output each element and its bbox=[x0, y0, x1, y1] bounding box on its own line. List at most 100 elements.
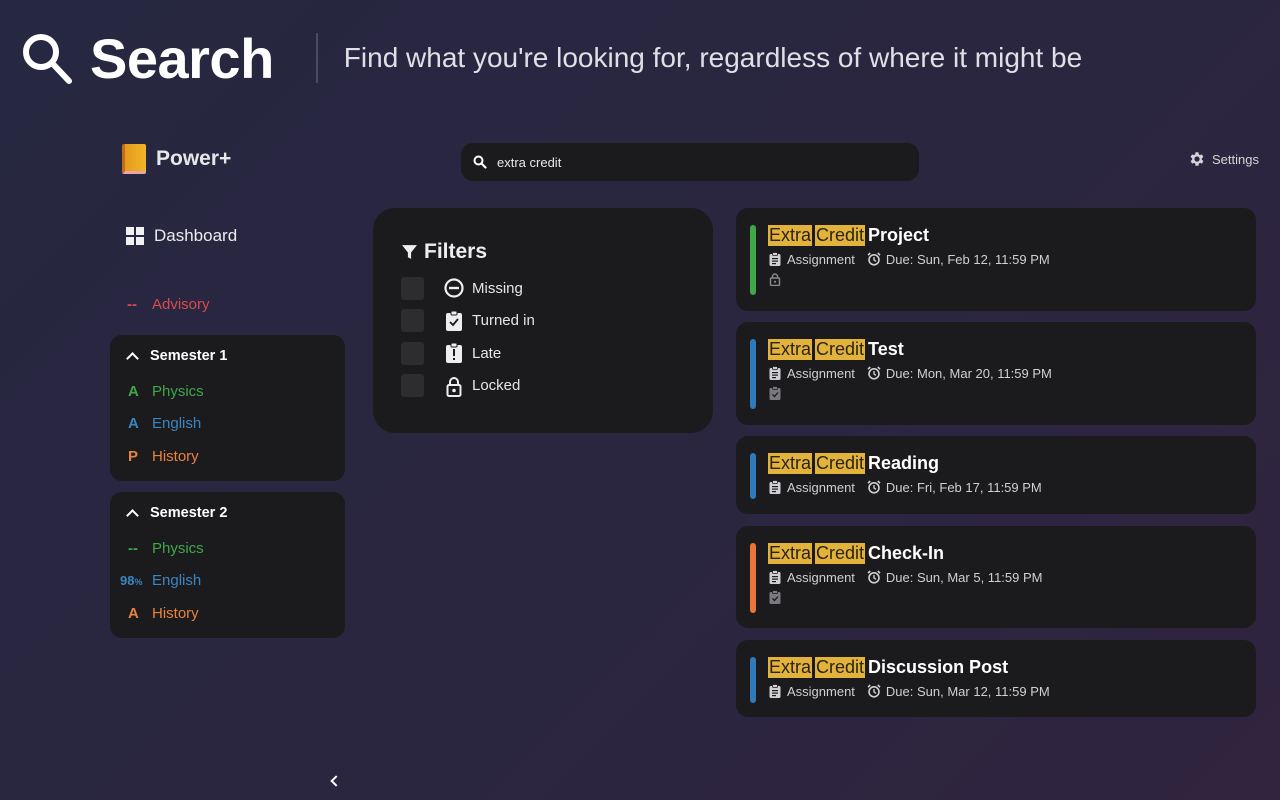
filter-label: Late bbox=[472, 344, 502, 362]
clipboard-icon bbox=[769, 252, 781, 266]
search-highlight: Extra bbox=[768, 224, 813, 246]
sidebar-item-history[interactable]: P History bbox=[110, 440, 345, 473]
search-bar[interactable] bbox=[461, 143, 919, 181]
semester-title: Semester 1 bbox=[150, 348, 228, 364]
minus-circle-icon bbox=[444, 278, 464, 298]
filter-missing-checkbox[interactable] bbox=[401, 276, 424, 300]
result-title: Extra Credit Test bbox=[768, 336, 1052, 362]
result-card[interactable]: Extra Credit Check-In Assignment Due: Sun, M… bbox=[736, 526, 1256, 628]
clipboard-icon bbox=[769, 366, 781, 380]
alarm-clock-icon bbox=[867, 570, 881, 584]
result-type: Assignment bbox=[787, 569, 855, 585]
search-highlight: Extra bbox=[768, 452, 813, 474]
sidebar-item-english[interactable]: A English bbox=[110, 408, 345, 441]
course-name: History bbox=[152, 447, 199, 465]
result-meta: Assignment Due: Mon, Mar 20, 11:59 PM bbox=[768, 364, 1052, 382]
brand-logo[interactable]: Power+ bbox=[122, 144, 231, 174]
dashboard-icon bbox=[126, 227, 144, 245]
lock-icon bbox=[769, 273, 781, 287]
chevron-up-icon bbox=[126, 352, 139, 365]
result-card[interactable]: Extra Credit Reading Assignment Due: Fri, Fe… bbox=[736, 436, 1256, 514]
search-icon bbox=[23, 34, 72, 84]
result-due-date: Due: Fri, Feb 17, 11:59 PM bbox=[885, 479, 1042, 495]
alarm-clock-icon bbox=[867, 252, 881, 266]
result-due-date: Due: Sun, Mar 12, 11:59 PM bbox=[885, 683, 1050, 699]
course-grade: -- bbox=[128, 539, 138, 557]
result-type: Assignment bbox=[787, 365, 855, 381]
semester-title: Semester 2 bbox=[150, 505, 228, 521]
course-grade: A bbox=[128, 415, 139, 433]
course-grade: -- bbox=[127, 296, 137, 313]
settings-label: Settings bbox=[1212, 151, 1259, 167]
sidebar-item-history[interactable]: A History bbox=[110, 597, 345, 630]
result-title: Extra Credit Reading bbox=[768, 450, 1042, 476]
semester-1-toggle[interactable]: Semester 1 bbox=[110, 347, 345, 365]
clipboard-check-icon bbox=[769, 590, 781, 604]
page-banner: Search Find what you're looking for, reg… bbox=[20, 26, 1082, 90]
result-meta: Assignment Due: Sun, Feb 12, 11:59 PM bbox=[768, 250, 1050, 268]
filter-turned-in[interactable]: Turned in bbox=[401, 305, 713, 338]
course-name: English bbox=[152, 415, 202, 433]
filter-label: Locked bbox=[472, 377, 521, 395]
result-card[interactable]: Extra Credit Discussion Post Assignment Due:… bbox=[736, 640, 1256, 717]
banner-subtitle: Find what you're looking for, regardless… bbox=[343, 42, 1083, 73]
filter-turned-in-checkbox[interactable] bbox=[401, 309, 424, 333]
course-name: Physics bbox=[152, 539, 204, 557]
search-highlight: Credit bbox=[815, 452, 866, 474]
gear-icon bbox=[1190, 152, 1204, 166]
book-icon bbox=[122, 144, 146, 174]
filter-label: Missing bbox=[472, 279, 523, 297]
result-meta: Assignment Due: Sun, Mar 12, 11:59 PM bbox=[768, 682, 1050, 700]
clipboard-icon bbox=[769, 570, 781, 584]
search-highlight: Credit bbox=[815, 224, 866, 246]
clipboard-check-icon bbox=[446, 310, 462, 331]
course-name: Physics bbox=[152, 382, 204, 400]
result-card[interactable]: Extra Credit Project Assignment Due: Sun, Fe… bbox=[736, 208, 1256, 311]
course-name: English bbox=[152, 572, 202, 590]
filter-late[interactable]: Late bbox=[401, 337, 713, 370]
result-title: Extra Credit Check-In bbox=[768, 540, 1042, 566]
result-card[interactable]: Extra Credit Test Assignment Due: Mon, Mar 2… bbox=[736, 322, 1256, 425]
search-input[interactable] bbox=[497, 154, 877, 170]
search-icon bbox=[473, 155, 487, 169]
course-name: Advisory bbox=[152, 296, 210, 313]
course-color-bar bbox=[750, 225, 756, 295]
result-meta: Assignment Due: Fri, Feb 17, 11:59 PM bbox=[768, 478, 1042, 496]
course-color-bar bbox=[750, 339, 756, 409]
brand-name: Power+ bbox=[156, 147, 232, 170]
sidebar-item-physics[interactable]: A Physics bbox=[110, 375, 345, 408]
semester-2-group: Semester 2 -- Physics 98% English A Hist… bbox=[110, 492, 345, 638]
semester-1-group: Semester 1 A Physics A English P History bbox=[110, 335, 345, 481]
course-grade: A bbox=[128, 604, 139, 622]
sidebar-item-advisory[interactable]: -- Advisory bbox=[127, 296, 210, 313]
result-title: Extra Credit Discussion Post bbox=[768, 654, 1050, 680]
search-highlight: Credit bbox=[815, 338, 866, 360]
filter-missing[interactable]: Missing bbox=[401, 272, 713, 305]
filter-late-checkbox[interactable] bbox=[401, 341, 424, 365]
sidebar-item-english[interactable]: 98% English bbox=[110, 565, 345, 598]
settings-button[interactable]: Settings bbox=[1188, 150, 1259, 168]
filter-locked-checkbox[interactable] bbox=[401, 374, 424, 398]
chevron-up-icon bbox=[126, 509, 139, 522]
semester-2-toggle[interactable]: Semester 2 bbox=[110, 504, 345, 522]
course-grade: P bbox=[128, 447, 139, 465]
filter-locked[interactable]: Locked bbox=[401, 370, 713, 403]
alarm-clock-icon bbox=[867, 480, 881, 494]
result-title-rest: Discussion Post bbox=[868, 656, 1009, 677]
filters-title: Filters bbox=[424, 240, 488, 263]
sidebar-item-dashboard[interactable]: Dashboard bbox=[126, 226, 237, 246]
result-type: Assignment bbox=[787, 479, 855, 495]
result-due-date: Due: Mon, Mar 20, 11:59 PM bbox=[885, 365, 1052, 381]
collapse-sidebar-button[interactable] bbox=[328, 773, 342, 789]
search-highlight: Extra bbox=[768, 338, 813, 360]
filters-panel: Filters Missing Turned in Late Locked bbox=[373, 208, 713, 433]
result-title-rest: Reading bbox=[868, 452, 940, 473]
sidebar-item-physics[interactable]: -- Physics bbox=[110, 532, 345, 565]
banner-title: Search bbox=[90, 26, 274, 90]
result-title-rest: Project bbox=[868, 224, 930, 245]
banner-divider bbox=[315, 33, 318, 83]
search-highlight: Credit bbox=[815, 656, 866, 678]
course-grade: 98% bbox=[120, 573, 143, 589]
result-title: Extra Credit Project bbox=[768, 222, 1050, 248]
result-due-date: Due: Sun, Mar 5, 11:59 PM bbox=[885, 569, 1043, 585]
